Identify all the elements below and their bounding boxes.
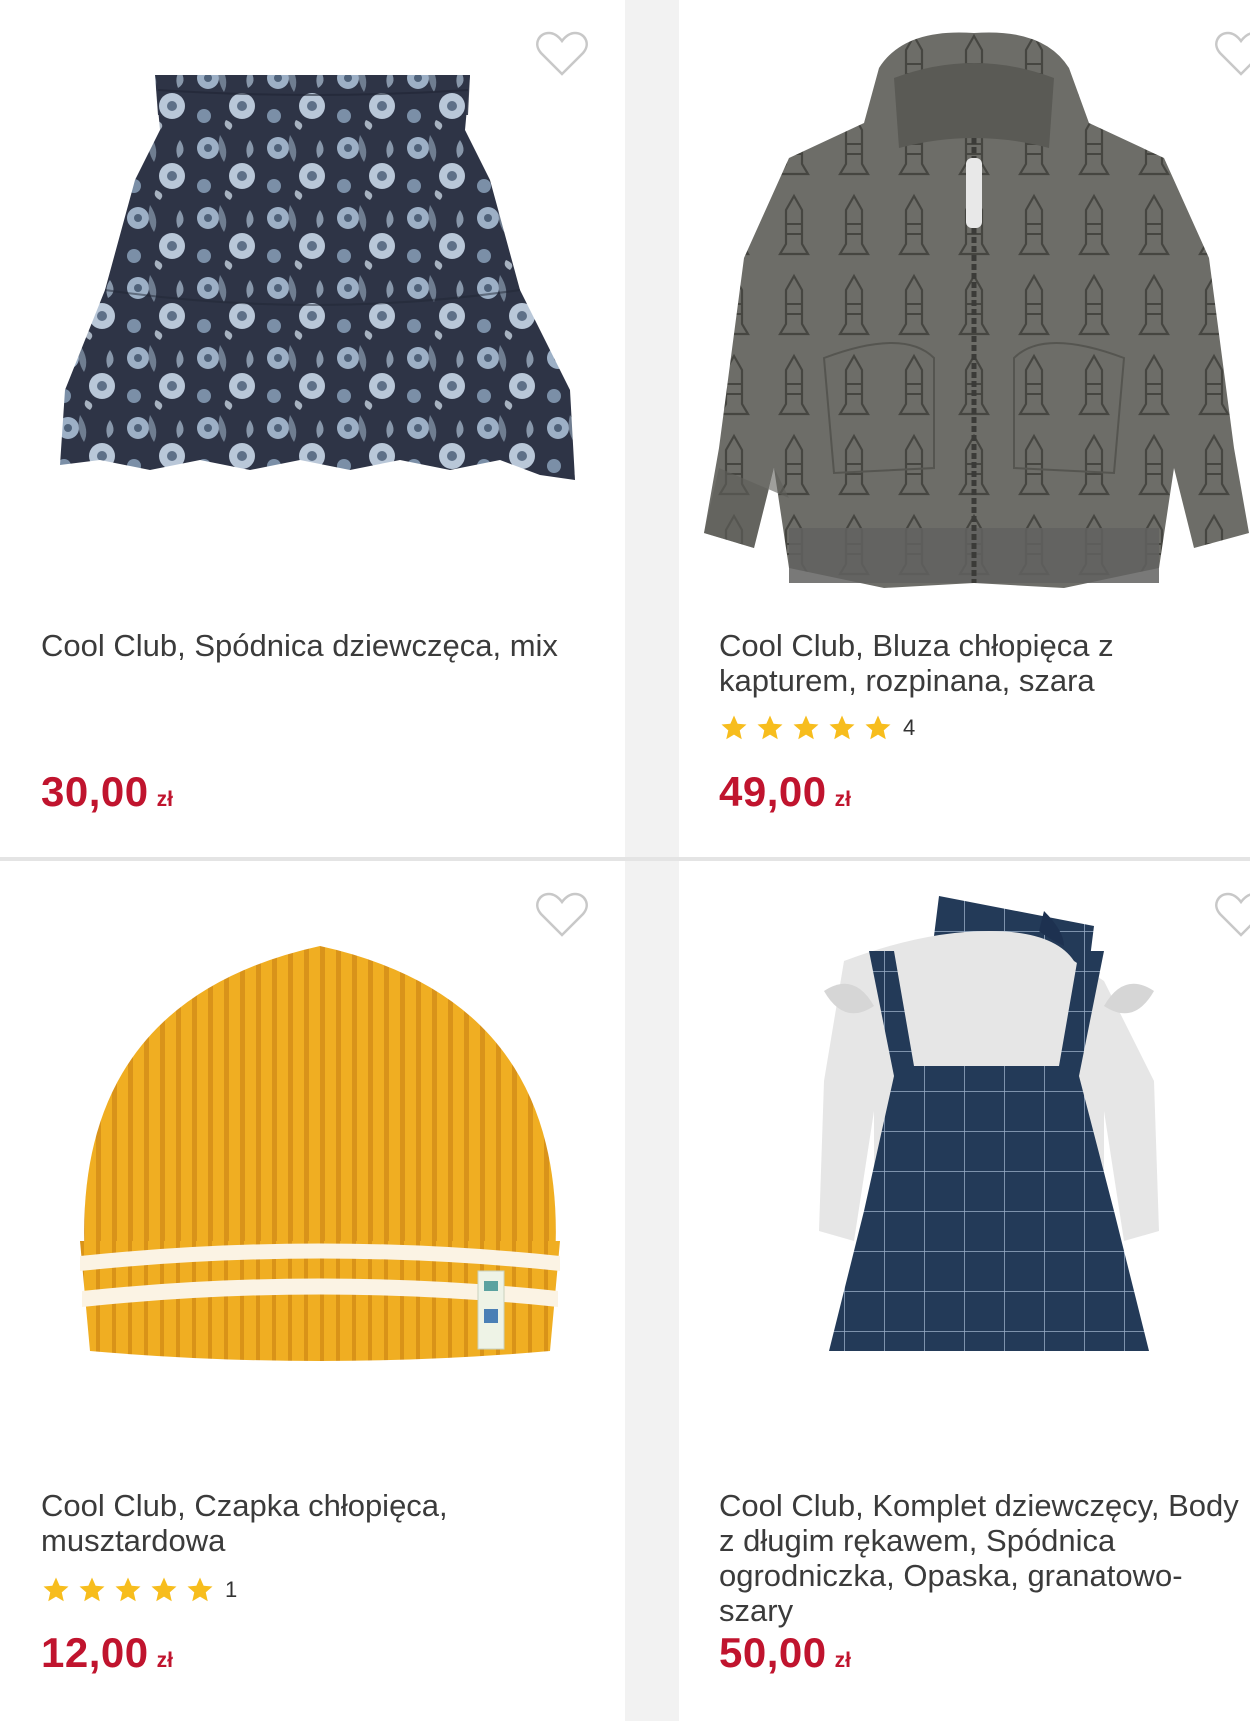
price-value: 30,00 xyxy=(41,768,149,815)
product-rating: 4 xyxy=(719,713,915,743)
price-currency: zł xyxy=(156,1649,173,1672)
product-card[interactable]: Cool Club, Spódnica dziewczęca, mix 30,0… xyxy=(0,0,625,857)
star-icon xyxy=(115,1577,141,1602)
star-icon xyxy=(187,1577,213,1602)
price-value: 12,00 xyxy=(41,1629,149,1676)
product-price: 50,00 zł xyxy=(719,1629,851,1677)
product-card[interactable]: Cool Club, Komplet dziewczęcy, Body z dł… xyxy=(679,861,1250,1721)
product-price: 49,00 zł xyxy=(719,768,851,816)
product-card[interactable]: Cool Club, Bluza chłopięca z kapturem, r… xyxy=(679,0,1250,857)
star-icon xyxy=(79,1577,105,1602)
rating-count: 4 xyxy=(903,715,916,740)
product-title[interactable]: Cool Club, Komplet dziewczęcy, Body z dł… xyxy=(719,1488,1239,1628)
product-price: 30,00 zł xyxy=(41,768,173,816)
star-icon xyxy=(793,715,819,740)
price-currency: zł xyxy=(156,788,173,811)
star-icon xyxy=(829,715,855,740)
product-image-skirt[interactable] xyxy=(50,60,580,530)
product-rating: 1 xyxy=(41,1575,237,1605)
product-card[interactable]: Cool Club, Czapka chłopięca, musztardowa… xyxy=(0,861,625,1721)
heart-outline-icon[interactable] xyxy=(535,891,589,939)
star-icon xyxy=(721,715,747,740)
product-image-hoodie[interactable] xyxy=(704,28,1249,598)
product-title[interactable]: Cool Club, Czapka chłopięca, musztardowa xyxy=(41,1488,581,1558)
product-price: 12,00 zł xyxy=(41,1629,173,1677)
star-icon xyxy=(757,715,783,740)
price-currency: zł xyxy=(834,788,851,811)
price-currency: zł xyxy=(834,1649,851,1672)
price-value: 49,00 xyxy=(719,768,827,815)
star-icon xyxy=(43,1577,69,1602)
product-image-beanie[interactable] xyxy=(80,941,560,1371)
product-image-girls-set[interactable] xyxy=(764,891,1224,1351)
star-icon xyxy=(151,1577,177,1602)
product-title[interactable]: Cool Club, Bluza chłopięca z kapturem, r… xyxy=(719,628,1239,698)
product-title[interactable]: Cool Club, Spódnica dziewczęca, mix xyxy=(41,628,581,663)
price-value: 50,00 xyxy=(719,1629,827,1676)
rating-count: 1 xyxy=(225,1577,238,1602)
star-icon xyxy=(865,715,891,740)
